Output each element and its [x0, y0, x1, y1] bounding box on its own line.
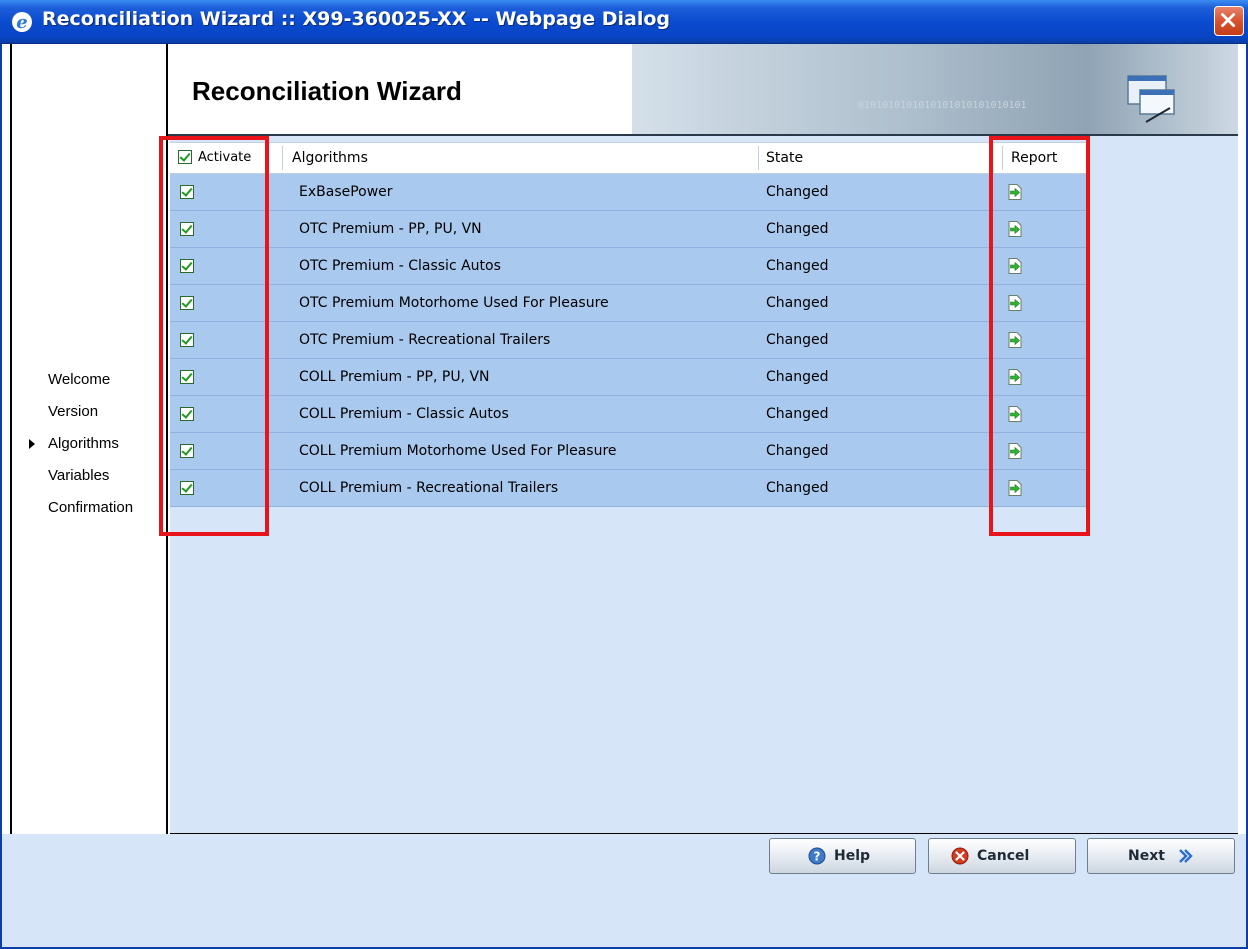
nav-item-label: Algorithms — [48, 435, 119, 452]
table-row[interactable]: OTC Premium Motorhome Used For Pleasure C… — [170, 285, 1090, 322]
algorithm-name: OTC Premium Motorhome Used For Pleasure — [299, 295, 609, 311]
nav-item-label: Welcome — [48, 371, 111, 388]
banner-binary-text: 0101010101010101010101010101 — [858, 100, 1027, 111]
state-value: Changed — [766, 295, 829, 311]
help-icon: ? — [808, 847, 826, 865]
state-value: Changed — [766, 332, 829, 348]
cancel-button[interactable]: Cancel — [928, 838, 1076, 874]
table-row[interactable]: OTC Premium - PP, PU, VN Changed — [170, 211, 1090, 248]
wizard-windows-icon — [1127, 75, 1175, 123]
algorithm-name: OTC Premium - Recreational Trailers — [299, 332, 551, 348]
nav-item-label: Confirmation — [48, 499, 134, 516]
ie-icon: e — [12, 12, 32, 33]
close-icon — [1221, 13, 1236, 28]
nav-item-variables[interactable]: Variables — [12, 460, 133, 492]
svg-text:e: e — [16, 12, 27, 33]
activate-column-highlight — [159, 136, 269, 536]
algorithm-name: OTC Premium - Classic Autos — [299, 258, 501, 274]
table-row[interactable]: COLL Premium Motorhome Used For Pleasure… — [170, 433, 1090, 470]
state-value: Changed — [766, 221, 829, 237]
algorithm-name: COLL Premium - PP, PU, VN — [299, 369, 490, 385]
nav-item-version[interactable]: Version — [12, 396, 133, 428]
algorithm-name: COLL Premium Motorhome Used For Pleasure — [299, 443, 617, 459]
wizard-steps-nav: Welcome Version Algorithms Variables Con… — [10, 44, 168, 834]
nav-item-label: Version — [48, 403, 99, 420]
cancel-icon — [951, 847, 969, 865]
window-title: Reconciliation Wizard :: X99-360025-XX -… — [42, 8, 671, 30]
state-value: Changed — [766, 443, 829, 459]
nav-item-algorithms[interactable]: Algorithms — [12, 428, 133, 460]
nav-item-confirmation[interactable]: Confirmation — [12, 492, 133, 524]
column-header-state[interactable]: State — [766, 143, 803, 173]
cancel-button-label: Cancel — [977, 848, 1030, 864]
table-row[interactable]: OTC Premium - Recreational Trailers Chang… — [170, 322, 1090, 359]
triangle-right-icon — [29, 439, 35, 449]
report-column-highlight — [989, 136, 1090, 536]
close-button[interactable] — [1214, 6, 1244, 36]
help-button-label: Help — [834, 848, 871, 864]
table-header: Activate Algorithms State Report — [170, 142, 1090, 174]
algorithm-name: COLL Premium - Classic Autos — [299, 406, 509, 422]
algorithm-name: OTC Premium - PP, PU, VN — [299, 221, 482, 237]
nav-item-label: Variables — [48, 467, 110, 484]
state-value: Changed — [766, 369, 829, 385]
table-row[interactable]: COLL Premium - PP, PU, VN Changed — [170, 359, 1090, 396]
algorithm-name: COLL Premium - Recreational Trailers — [299, 480, 559, 496]
page-title: Reconciliation Wizard — [192, 76, 462, 106]
algorithm-name: ExBasePower — [299, 184, 393, 200]
help-button[interactable]: ? Help — [769, 838, 916, 874]
table-row[interactable]: COLL Premium - Classic Autos Changed — [170, 396, 1090, 433]
table-row[interactable]: OTC Premium - Classic Autos Changed — [170, 248, 1090, 285]
table-row[interactable]: ExBasePower Changed — [170, 174, 1090, 211]
nav-item-welcome[interactable]: Welcome — [12, 364, 133, 396]
state-value: Changed — [766, 480, 829, 496]
column-header-algorithms[interactable]: Algorithms — [292, 143, 368, 173]
state-value: Changed — [766, 258, 829, 274]
state-value: Changed — [766, 406, 829, 422]
table-row[interactable]: COLL Premium - Recreational Trailers Chan… — [170, 470, 1090, 507]
chevron-right-icon — [1179, 849, 1193, 863]
state-value: Changed — [766, 184, 829, 200]
column-divider — [758, 146, 759, 170]
column-divider — [282, 146, 283, 170]
table-body: ExBasePower Changed OTC Premium - PP, PU, … — [170, 174, 1090, 507]
next-button[interactable]: Next — [1087, 838, 1235, 874]
svg-text:?: ? — [814, 850, 821, 864]
next-button-label: Next — [1128, 848, 1165, 864]
title-bar: e Reconciliation Wizard :: X99-360025-XX… — [0, 0, 1248, 44]
wizard-header: Reconciliation Wizard 010101010101010101… — [168, 44, 1238, 136]
algorithms-table: Activate Algorithms State Report ExBaseP… — [170, 142, 1090, 507]
